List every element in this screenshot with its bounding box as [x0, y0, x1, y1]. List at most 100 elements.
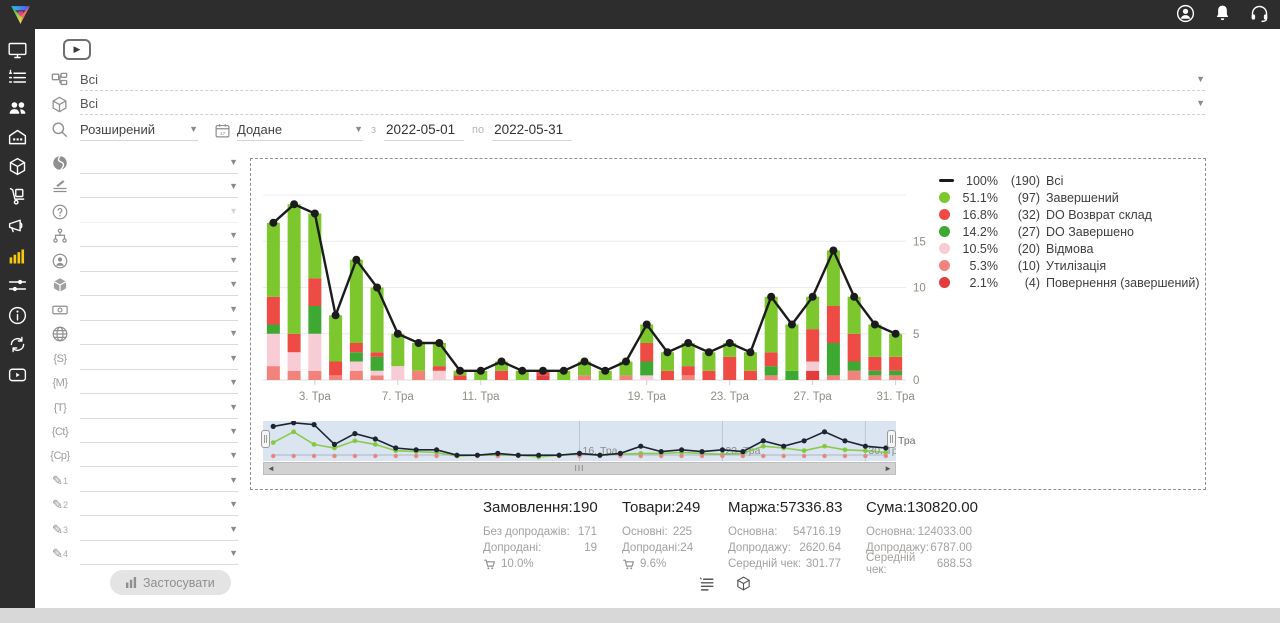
legend-count: (32) [998, 208, 1040, 222]
bell-icon[interactable] [1212, 3, 1233, 24]
scroll-left-arrow-icon[interactable]: ◄ [264, 464, 278, 473]
filter-dropdown-question[interactable]: ▼ [80, 201, 238, 223]
chevron-down-icon: ▼ [229, 280, 238, 289]
legend-row[interactable]: 2.1% (4) Повернення (завершений) [939, 274, 1200, 291]
filter-dropdown-globe-dark[interactable]: ▼ [80, 152, 238, 174]
package-icon [50, 95, 69, 114]
stat-row-label: Середній чек: [728, 558, 801, 570]
cart-icon [622, 558, 635, 571]
legend-count: (27) [998, 225, 1040, 239]
source-filter-dropdown[interactable]: Всі ▼ [80, 69, 1205, 91]
stat-title-label: Сума: [866, 499, 907, 516]
sidebar-item-megaphone[interactable] [7, 215, 28, 236]
search-mode-dropdown[interactable]: Розширений ▼ [80, 119, 198, 141]
account-icon [51, 252, 69, 270]
legend-label: Повернення (завершений) [1046, 276, 1200, 290]
chevron-down-icon: ▼ [229, 354, 238, 363]
legend-row[interactable]: 51.1% (97) Завершений [939, 189, 1200, 206]
stat-title-value: 249 [675, 499, 700, 516]
orders-stacked-bar-chart[interactable]: 0510153. Тра7. Тра11. Тра19. Тра23. Тра2… [251, 159, 951, 409]
sidebar-item-warehouse[interactable] [7, 127, 28, 148]
products-toggle-icon[interactable] [735, 575, 752, 592]
minimap-right-handle[interactable] [887, 430, 896, 448]
date-to-input[interactable]: 2022-05-31 [492, 119, 572, 141]
sidebar-nav [0, 29, 35, 608]
filter-dropdown-signature[interactable]: ▼ [80, 176, 238, 198]
sidebar-item-products-cube[interactable] [7, 156, 28, 177]
sidebar-item-info[interactable] [7, 305, 28, 326]
sidebar-item-sliders[interactable] [7, 275, 28, 296]
sidebar-item-sync[interactable] [7, 334, 28, 355]
filter-dropdown-pencil[interactable]: ▼ [80, 470, 238, 492]
legend-row[interactable]: 14.2% (27) DO Завершено [939, 223, 1200, 240]
svg-text:19. Тра: 19. Тра [628, 391, 667, 403]
scroll-right-arrow-icon[interactable]: ► [881, 464, 895, 473]
product-filter-dropdown[interactable]: Всі ▼ [80, 93, 1205, 115]
view-toggle-icons [698, 575, 752, 592]
apply-button[interactable]: Застосувати [110, 570, 231, 595]
filter-dropdown-cube[interactable]: ▼ [80, 274, 238, 296]
legend-label: DO Завершено [1046, 225, 1134, 239]
orders-list-toggle-icon[interactable] [698, 575, 715, 592]
legend-row[interactable]: 10.5% (20) Відмова [939, 240, 1200, 257]
sidebar-item-customers[interactable] [7, 98, 28, 119]
filter-dropdown-tag-s[interactable]: ▼ [80, 348, 238, 370]
stat-row-label: Основна: [728, 526, 778, 538]
legend-count: (20) [998, 242, 1040, 256]
stat-title-label: Товари: [622, 499, 675, 516]
cube-icon [51, 276, 69, 294]
filter-dropdown-tag-m[interactable]: ▼ [80, 372, 238, 394]
legend-row[interactable]: 5.3% (10) Утилізація [939, 257, 1200, 274]
filter-dropdown-account[interactable]: ▼ [80, 250, 238, 272]
filter-dropdown-tag-ct[interactable]: ▼ [80, 421, 238, 443]
filter-dropdown-tag-t[interactable]: ▼ [80, 397, 238, 419]
minimap-left-handle[interactable] [261, 430, 270, 448]
sidebar-item-monitor[interactable] [7, 40, 28, 61]
filter-dropdown-globe[interactable]: ▼ [80, 323, 238, 345]
chevron-down-icon: ▼ [229, 231, 238, 240]
apply-button-label: Застосувати [143, 576, 215, 590]
scrollbar-grip[interactable]: III [575, 464, 585, 473]
sidebar-item-orders-list[interactable] [7, 68, 28, 89]
svg-text:31. Тра: 31. Тра [876, 391, 915, 403]
sidebar-item-analytics-bars[interactable] [7, 246, 28, 267]
legend-row[interactable]: 100% (190) Всі [939, 172, 1200, 189]
search-filter-row: Розширений ▼ 17 Додане ▼ з 2022-05-01 по… [80, 119, 572, 141]
legend-line-marker [939, 179, 954, 182]
filter-dropdown-pencil[interactable]: ▼ [80, 494, 238, 516]
app-logo-icon[interactable] [8, 2, 33, 27]
date-from-input[interactable]: 2022-05-01 [384, 119, 464, 141]
sidebar-item-supply-trolley[interactable] [7, 186, 28, 207]
stat-row-label: Допродані: [622, 542, 680, 554]
filter-dropdown-tag-cp[interactable]: ▼ [80, 445, 238, 467]
minimap-edge-label: Тра [898, 435, 916, 447]
filter-dropdown-pencil[interactable]: ▼ [80, 519, 238, 541]
legend-percent: 14.2% [954, 225, 998, 239]
svg-text:10: 10 [913, 283, 926, 295]
play-icon: ▶ [74, 44, 81, 55]
headset-icon[interactable] [1249, 3, 1270, 24]
filter-dropdown-banknote[interactable]: ▼ [80, 299, 238, 321]
tag-s-icon: {S} [51, 350, 69, 368]
chart-minimap[interactable]: 16. Тра23. Тра30. Тра [263, 421, 896, 461]
minimap-scrollbar[interactable]: ◄ III ► [263, 462, 896, 475]
legend-label: Всі [1046, 174, 1063, 188]
user-icon[interactable] [1175, 3, 1196, 24]
legend-label: Утилізація [1046, 259, 1106, 273]
tutorial-video-button[interactable]: ▶ [63, 39, 91, 60]
date-to-value: 2022-05-31 [494, 122, 563, 137]
date-type-dropdown[interactable]: Додане ▼ [237, 119, 363, 141]
sidebar-item-video[interactable] [7, 364, 28, 385]
chevron-down-icon: ▼ [1196, 75, 1205, 84]
stat-column: Замовлення: 190Без допродажів:171Допрода… [483, 499, 597, 572]
stat-row-value: 171 [578, 526, 597, 538]
filter-dropdown-pencil[interactable]: ▼ [80, 543, 238, 565]
chevron-down-icon: ▼ [189, 125, 198, 134]
filter-dropdown-hierarchy[interactable]: ▼ [80, 225, 238, 247]
bottom-strip [0, 608, 1280, 623]
cart-icon [483, 558, 496, 571]
legend-row[interactable]: 16.8% (32) DO Возврат склад [939, 206, 1200, 223]
chevron-down-icon: ▼ [229, 207, 238, 216]
stat-row-label: Середній чек: [866, 552, 937, 576]
stat-row-value: 24 [680, 542, 693, 554]
